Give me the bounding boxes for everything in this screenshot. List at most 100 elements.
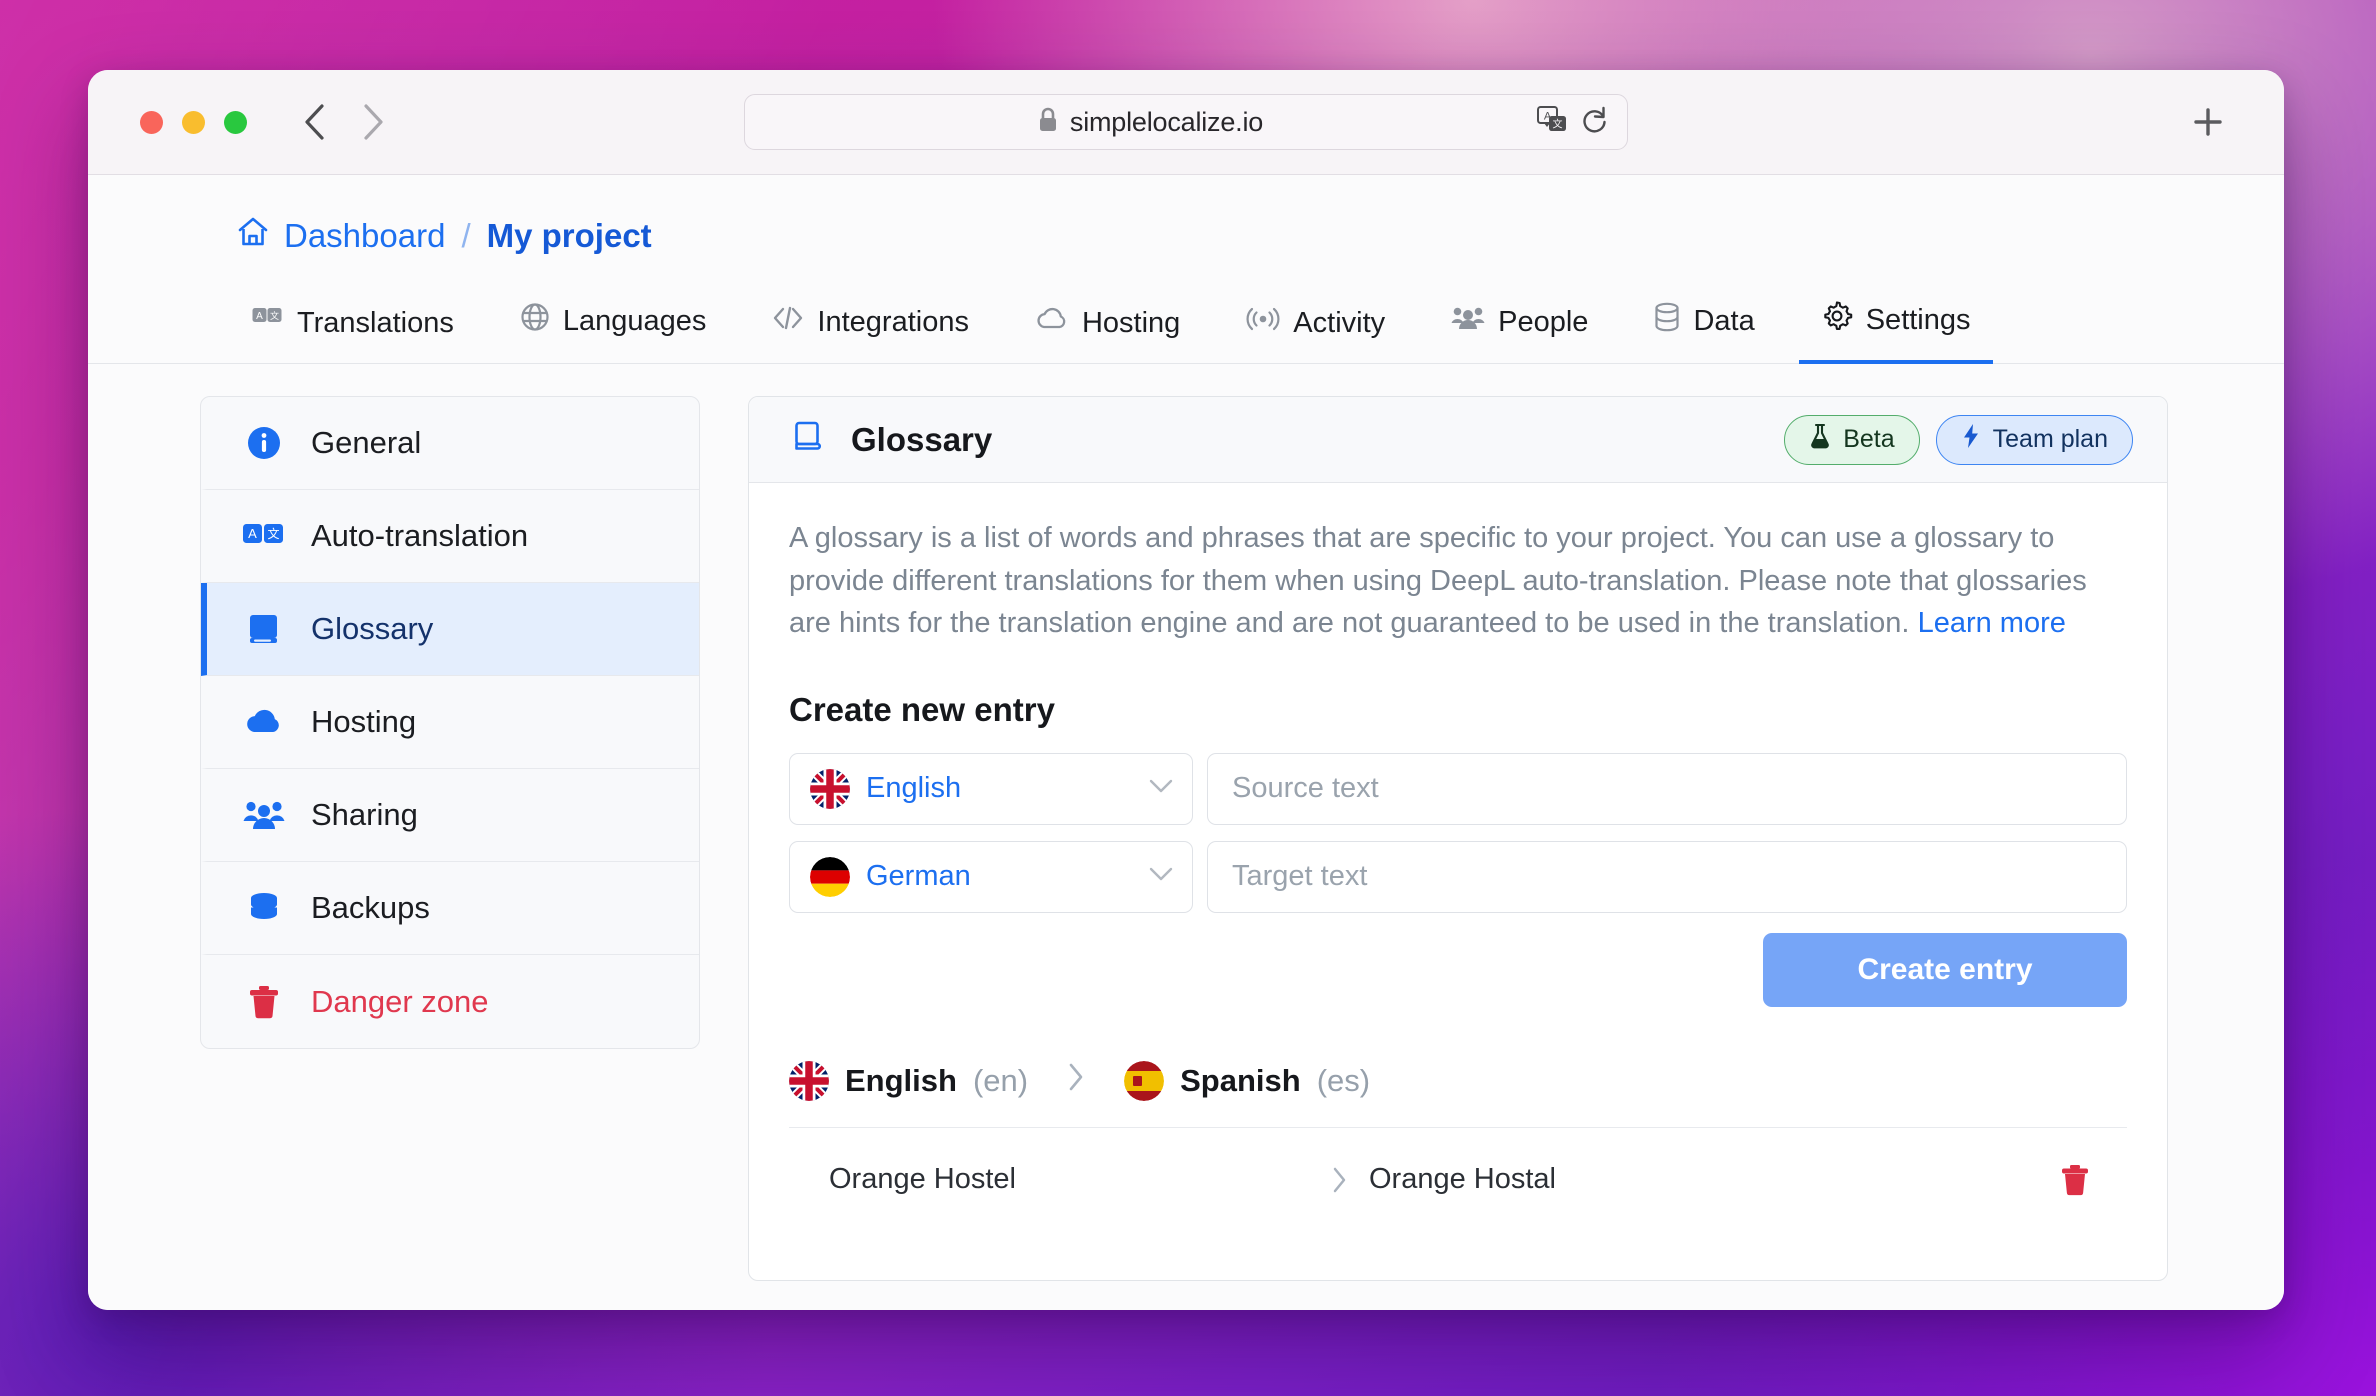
close-window-button[interactable] (140, 110, 163, 134)
lock-icon (1037, 106, 1059, 139)
target-row: German Target text (789, 840, 2127, 913)
home-icon[interactable] (236, 215, 270, 257)
gear-icon (1821, 300, 1853, 340)
target-text-input[interactable]: Target text (1207, 840, 2127, 913)
svg-text:文: 文 (1553, 117, 1563, 130)
navigation-buttons (299, 101, 389, 143)
maximize-window-button[interactable] (224, 110, 247, 134)
tab-label: Translations (297, 306, 454, 339)
page-content: Dashboard / My project A 文 Translations (88, 175, 2284, 1310)
tab-hosting[interactable]: Hosting (1013, 294, 1202, 364)
tab-label: Languages (562, 304, 707, 337)
tab-label: Data (1693, 304, 1755, 337)
target-text-placeholder: Target text (1232, 860, 1368, 893)
translate-page-icon[interactable]: A 文 (1537, 105, 1567, 139)
svg-text:A: A (256, 311, 263, 322)
auto-translate-icon: A 文 (243, 520, 285, 552)
translate-box-icon: A 文 (252, 306, 284, 340)
book-icon (789, 418, 825, 462)
entry-source-text: Orange Hostel (829, 1163, 1016, 1196)
language-pair-header: English (en) Spanish (es) (789, 1060, 2127, 1128)
sidebar-item-label: Auto-translation (311, 518, 529, 553)
source-text-input[interactable]: Source text (1207, 752, 2127, 825)
tab-people[interactable]: People (1429, 292, 1610, 364)
sidebar-item-danger-zone[interactable]: Danger zone (201, 955, 699, 1048)
source-text-placeholder: Source text (1232, 772, 1379, 805)
sidebar-item-hosting[interactable]: Hosting (201, 676, 699, 769)
status-badge-beta: Beta (1784, 414, 1920, 465)
forward-button[interactable] (359, 101, 389, 143)
glossary-description: A glossary is a list of words and phrase… (789, 517, 2127, 645)
info-circle-icon (243, 424, 285, 462)
sidebar-item-label: Hosting (311, 704, 417, 739)
trash-icon (243, 983, 285, 1021)
tab-data[interactable]: Data (1632, 290, 1776, 364)
flask-icon (1809, 423, 1831, 456)
reload-icon[interactable] (1581, 105, 1609, 140)
sidebar-item-auto-translation[interactable]: A 文 Auto-translation (201, 490, 699, 583)
sidebar-item-backups[interactable]: Backups (201, 862, 699, 955)
delete-entry-button[interactable] (2045, 1163, 2105, 1197)
glossary-description-text: A glossary is a list of words and phrase… (789, 522, 2087, 640)
breadcrumb-separator: / (461, 217, 471, 254)
flag-de-icon (810, 856, 850, 897)
pair-source-name: English (845, 1062, 957, 1098)
glossary-panel-body: A glossary is a list of words and phrase… (749, 483, 2167, 1280)
code-brackets-icon (772, 304, 804, 340)
glossary-panel-header: Glossary Beta Team plan (749, 397, 2167, 483)
page-title: Glossary (851, 420, 993, 458)
pair-source-language: English (en) (789, 1060, 1029, 1101)
tab-translations[interactable]: A 文 Translations (230, 294, 476, 364)
pair-target-code: (es) (1316, 1062, 1371, 1098)
svg-text:文: 文 (267, 526, 279, 541)
chevron-down-icon (1148, 865, 1174, 888)
tab-label: Integrations (817, 305, 969, 338)
breadcrumb-current-project[interactable]: My project (487, 217, 652, 255)
sidebar-item-glossary[interactable]: Glossary (201, 583, 699, 676)
address-bar[interactable]: simplelocalize.io A 文 (744, 94, 1628, 150)
people-icon (243, 798, 285, 832)
learn-more-link[interactable]: Learn more (1918, 607, 2066, 639)
tab-activity[interactable]: Activity (1224, 294, 1407, 364)
flag-es-icon (1124, 1060, 1165, 1101)
source-language-select[interactable]: English (789, 752, 1193, 825)
tab-settings[interactable]: Settings (1798, 288, 1993, 364)
cloud-icon (243, 706, 285, 738)
source-language-label: English (866, 772, 962, 805)
tab-integrations[interactable]: Integrations (750, 292, 991, 364)
table-row[interactable]: Orange Hostel Orange Hostal (789, 1128, 2127, 1232)
minimize-window-button[interactable] (182, 110, 205, 134)
tab-label: Hosting (1081, 306, 1181, 339)
pair-source-code: (en) (972, 1062, 1029, 1098)
browser-titlebar: simplelocalize.io A 文 (88, 70, 2284, 175)
project-tabbar: A 文 Translations Languages Integrations … (88, 257, 2284, 364)
breadcrumb: Dashboard / My project (88, 175, 2284, 257)
book-icon (243, 610, 285, 648)
tab-languages[interactable]: Languages (498, 290, 729, 364)
settings-sidebar: General A 文 Auto-translation Glossary Ho… (200, 396, 700, 1049)
create-entry-button[interactable]: Create entry (1763, 932, 2127, 1007)
flag-uk-icon (789, 1060, 829, 1101)
status-badge-team-plan[interactable]: Team plan (1935, 414, 2133, 465)
target-language-select[interactable]: German (789, 840, 1193, 913)
settings-body: General A 文 Auto-translation Glossary Ho… (88, 364, 2284, 1310)
new-tab-button[interactable] (2188, 102, 2228, 142)
chevron-right-icon (1066, 1061, 1086, 1101)
chevron-down-icon (1148, 777, 1174, 800)
globe-icon (520, 302, 550, 340)
breadcrumb-dashboard[interactable]: Dashboard (284, 217, 445, 255)
sidebar-item-label: Danger zone (311, 983, 489, 1019)
tab-label: Settings (1865, 303, 1971, 336)
database-icon (243, 889, 285, 927)
broadcast-icon (1246, 306, 1280, 340)
people-icon (1451, 304, 1485, 340)
back-button[interactable] (299, 101, 329, 143)
sidebar-item-general[interactable]: General (201, 397, 699, 490)
sidebar-item-label: Sharing (311, 797, 418, 832)
tab-label: Activity (1293, 306, 1386, 339)
sidebar-item-sharing[interactable]: Sharing (201, 769, 699, 862)
address-bar-actions: A 文 (1537, 105, 1609, 140)
svg-text:文: 文 (270, 310, 279, 321)
sidebar-item-label: Glossary (311, 611, 434, 646)
svg-text:A: A (248, 526, 257, 541)
